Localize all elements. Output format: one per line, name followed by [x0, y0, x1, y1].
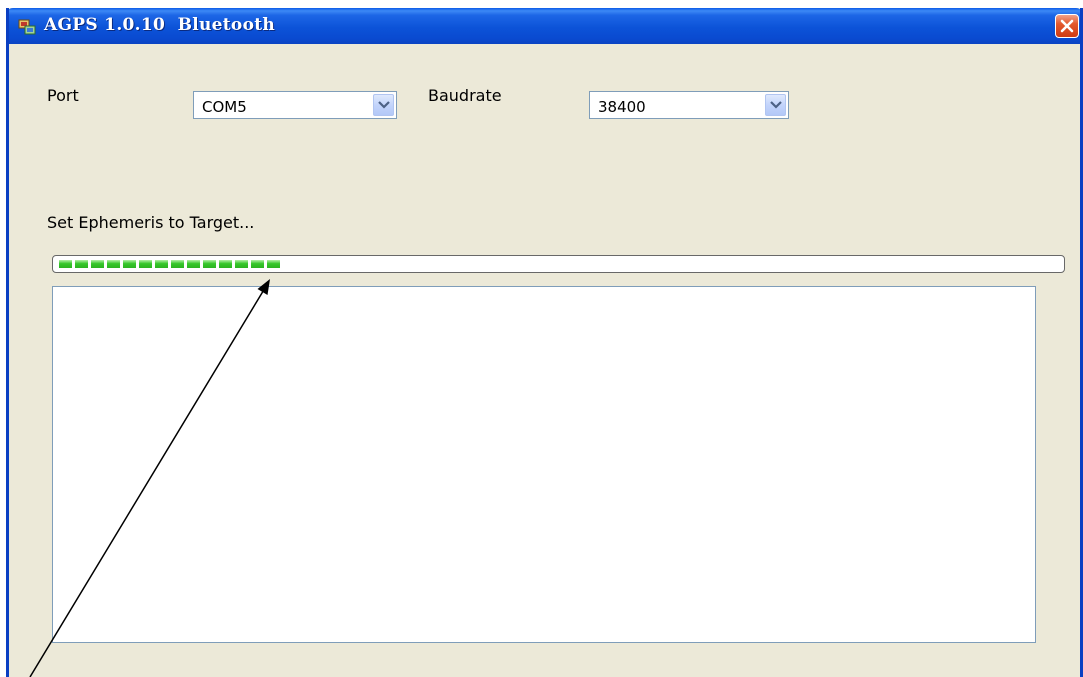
- progress-bar: [52, 255, 1065, 273]
- app-icon: [18, 17, 36, 35]
- chevron-down-icon: [378, 101, 390, 109]
- progress-segment: [187, 260, 200, 268]
- progress-segment: [203, 260, 216, 268]
- progress-segment: [171, 260, 184, 268]
- progress-fill: [59, 260, 283, 268]
- progress-segment: [75, 260, 88, 268]
- progress-segment: [123, 260, 136, 268]
- status-text: Set Ephemeris to Target...: [47, 213, 255, 232]
- progress-segment: [107, 260, 120, 268]
- title-bar[interactable]: AGPS 1.0.10 Bluetooth: [9, 8, 1080, 44]
- progress-segment: [59, 260, 72, 268]
- port-label: Port: [47, 86, 79, 105]
- progress-segment: [219, 260, 232, 268]
- port-value: COM5: [202, 98, 247, 116]
- main-window: AGPS 1.0.10 Bluetooth Port COM5 Baudrate…: [6, 8, 1083, 677]
- progress-segment: [139, 260, 152, 268]
- progress-segment: [267, 260, 280, 268]
- progress-segment: [251, 260, 264, 268]
- window-title: AGPS 1.0.10 Bluetooth: [44, 15, 276, 35]
- baudrate-label: Baudrate: [428, 86, 502, 105]
- baudrate-dropdown-button[interactable]: [765, 94, 786, 116]
- baudrate-value: 38400: [598, 98, 646, 116]
- baudrate-select[interactable]: 38400: [589, 91, 789, 119]
- port-select[interactable]: COM5: [193, 91, 397, 119]
- port-dropdown-button[interactable]: [373, 94, 394, 116]
- progress-segment: [91, 260, 104, 268]
- close-icon: [1060, 19, 1074, 33]
- close-button[interactable]: [1055, 14, 1079, 38]
- log-output[interactable]: [52, 286, 1036, 643]
- progress-segment: [155, 260, 168, 268]
- chevron-down-icon: [770, 101, 782, 109]
- progress-segment: [235, 260, 248, 268]
